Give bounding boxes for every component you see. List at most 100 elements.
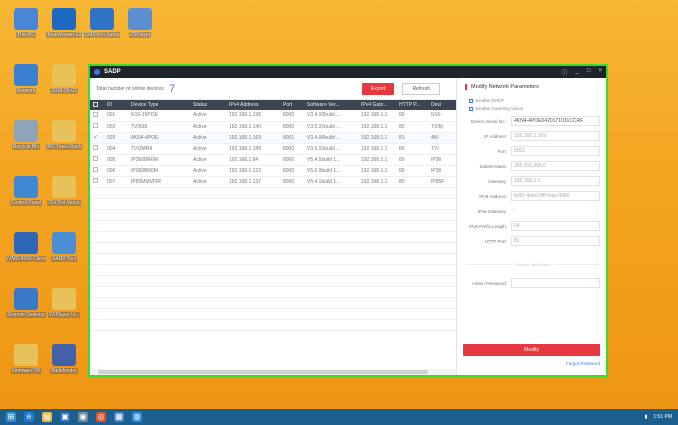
field-input[interactable]: 192.168.1.1: [511, 176, 600, 186]
row-checkbox[interactable]: [93, 111, 98, 117]
field-row: Device Serial No.: 4KN4-4POE0420171031CCR…: [465, 116, 600, 126]
table-row[interactable]: ✓ 003 4KN4-4POE Active 192.168.1.169 8001 V3.4…: [90, 132, 456, 144]
maximize-button[interactable]: □: [587, 68, 591, 77]
enable-guarding-checkbox[interactable]: Enable Guarding Vision: [469, 106, 600, 111]
field-input[interactable]: 8001: [511, 146, 600, 156]
column-header[interactable]: ID: [104, 100, 128, 110]
column-header[interactable]: Devi: [428, 100, 456, 110]
row-checkbox[interactable]: [93, 178, 98, 183]
desktop-icon[interactable]: Recycle Bin: [6, 120, 46, 150]
row-checkbox[interactable]: [93, 145, 98, 150]
table-cell: V5.4.5build 1...: [304, 154, 358, 166]
refresh-button[interactable]: Refresh: [402, 82, 440, 95]
column-header[interactable]: IPv4 Gate...: [358, 100, 396, 110]
field-input[interactable]: 81: [511, 236, 600, 246]
field-input[interactable]: 4KN4-4POE0420171031CCRF: [511, 116, 600, 126]
taskbar-app-icon[interactable]: e: [24, 412, 34, 422]
column-header[interactable]: [90, 100, 104, 110]
empty-row: [90, 253, 456, 265]
field-input[interactable]: 255.255.255.0: [511, 161, 600, 171]
row-checkbox[interactable]: [93, 123, 98, 128]
taskbar-app-icon[interactable]: ◍: [132, 412, 142, 422]
column-header[interactable]: IPv4 Address: [226, 100, 280, 110]
desktop-icon[interactable]: Chi Tiet Video: [44, 176, 84, 206]
row-checkbox[interactable]: [93, 156, 98, 161]
table-cell: 004: [104, 143, 128, 155]
app-icon: [52, 64, 76, 86]
desktop-icon[interactable]: This PC: [6, 8, 46, 38]
field-label: IPv6 Address:: [479, 193, 507, 199]
taskbar-app-icon[interactable]: ◎: [96, 412, 106, 422]
field-input[interactable]: ::: [511, 206, 600, 216]
admin-password-input[interactable]: [511, 278, 600, 288]
field-input[interactable]: 64: [511, 221, 600, 231]
desktop-icon[interactable]: 2018-06-03: [44, 64, 84, 94]
row-checkbox[interactable]: [93, 167, 98, 172]
table-row[interactable]: 007 IP85MMVFIR Active 192.168.1.137 8000 V5.4…: [90, 176, 456, 188]
close-button[interactable]: ×: [598, 68, 602, 77]
modify-button[interactable]: Modify: [463, 344, 600, 356]
field-label: IPv6 Prefix Length:: [468, 223, 507, 229]
table-row[interactable]: 005 IP360BR6M Active 192.168.1.64 8000 V5.4.5…: [90, 154, 456, 166]
column-header[interactable]: Device Type: [128, 100, 190, 110]
forgot-password-link[interactable]: Forgot Password: [566, 361, 600, 366]
taskbar-app-icon[interactable]: ▦: [114, 412, 124, 422]
table-cell: 005: [104, 154, 128, 166]
checkbox-box[interactable]: [469, 98, 473, 103]
desktop-icon[interactable]: iVMS-4200 Client: [6, 232, 46, 262]
desktop-icon[interactable]: VSPlayer Ix...: [44, 288, 84, 318]
empty-cell: [90, 275, 456, 287]
table-row[interactable]: 004 TVI2MR4 Active 192.168.1.189 8000 V3.5.31…: [90, 143, 456, 155]
app-icon: [128, 8, 152, 30]
field-input[interactable]: fe80::4ebd:8fff:feaa:4980: [511, 191, 600, 201]
row-checkbox[interactable]: ✓: [93, 135, 98, 141]
empty-row: [90, 220, 456, 232]
modify-panel: Modify Network Parameters Enable DHCP En…: [456, 78, 606, 375]
network-icon[interactable]: ▮: [645, 414, 648, 420]
clock[interactable]: 1:51 PM: [653, 414, 672, 420]
field-row: IP Address: 192.168.1.169: [465, 131, 600, 141]
horizontal-scrollbar[interactable]: [90, 369, 456, 375]
table-cell: 80: [396, 110, 428, 122]
table-cell: IP85F: [428, 176, 456, 188]
desktop-icon[interactable]: Control Panel: [6, 176, 46, 206]
column-header[interactable]: Status: [190, 100, 226, 110]
desktop-icon[interactable]: CMS Pro Setup: [82, 8, 122, 38]
field-row: Gateway: 192.168.1.1: [465, 176, 600, 186]
desktop-icon[interactable]: TeamViewer 13: [44, 8, 84, 38]
column-header[interactable]: HTTP P...: [396, 100, 428, 110]
column-header[interactable]: Port: [280, 100, 304, 110]
taskbar-app-icon[interactable]: ◉: [78, 412, 88, 422]
empty-cell: [90, 264, 456, 276]
column-header[interactable]: Software Ver...: [304, 100, 358, 110]
table-row[interactable]: 006 IP360BR6M Active 192.168.1.123 8000 V5.0.…: [90, 165, 456, 177]
desktop-icon[interactable]: IPC Tools Flash: [44, 120, 84, 150]
field-row: IPv6 Prefix Length: 64: [465, 221, 600, 231]
table-row[interactable]: 002 TVI508 Active 192.168.1.140 8000 V3.5.31b…: [90, 121, 456, 133]
taskbar-app-icon[interactable]: ▣: [60, 412, 70, 422]
app-icon: [90, 8, 114, 30]
system-tray: ▮ 1:51 PM: [645, 414, 678, 420]
desktop-icon[interactable]: Bitdefender: [44, 344, 84, 374]
minimize-button[interactable]: _: [576, 68, 579, 77]
field-input[interactable]: 192.168.1.169: [511, 131, 600, 141]
info-button[interactable]: ⓘ: [562, 68, 568, 77]
export-button[interactable]: Export: [362, 82, 395, 95]
desktop-icon[interactable]: VSPlayer: [120, 8, 160, 38]
desktop-icon[interactable]: Network: [6, 64, 46, 94]
field-label: Subnet Mask:: [479, 163, 507, 169]
total-devices-count: 7: [168, 82, 176, 95]
desktop-icon[interactable]: Remote Desktop: [6, 288, 46, 318]
checkbox-box[interactable]: [469, 106, 473, 111]
desktop-icon[interactable]: SADP Tool: [44, 232, 84, 262]
desktop-icon[interactable]: Firmware V5: [6, 344, 46, 374]
window-title: SADP: [104, 69, 121, 75]
app-icon: [14, 288, 38, 310]
taskbar-app-icon[interactable]: ⊞: [6, 412, 16, 422]
enable-dhcp-checkbox[interactable]: Enable DHCP: [469, 98, 600, 103]
taskbar-app-icon[interactable]: ▤: [42, 412, 52, 422]
select-all-checkbox[interactable]: [93, 101, 98, 107]
table-row[interactable]: 001 N16-16POE Active 192.168.1.198 8000 V3.4.…: [90, 110, 456, 122]
scrollbar-thumb[interactable]: [98, 370, 428, 374]
table-cell: IP360BR6M: [128, 154, 190, 166]
